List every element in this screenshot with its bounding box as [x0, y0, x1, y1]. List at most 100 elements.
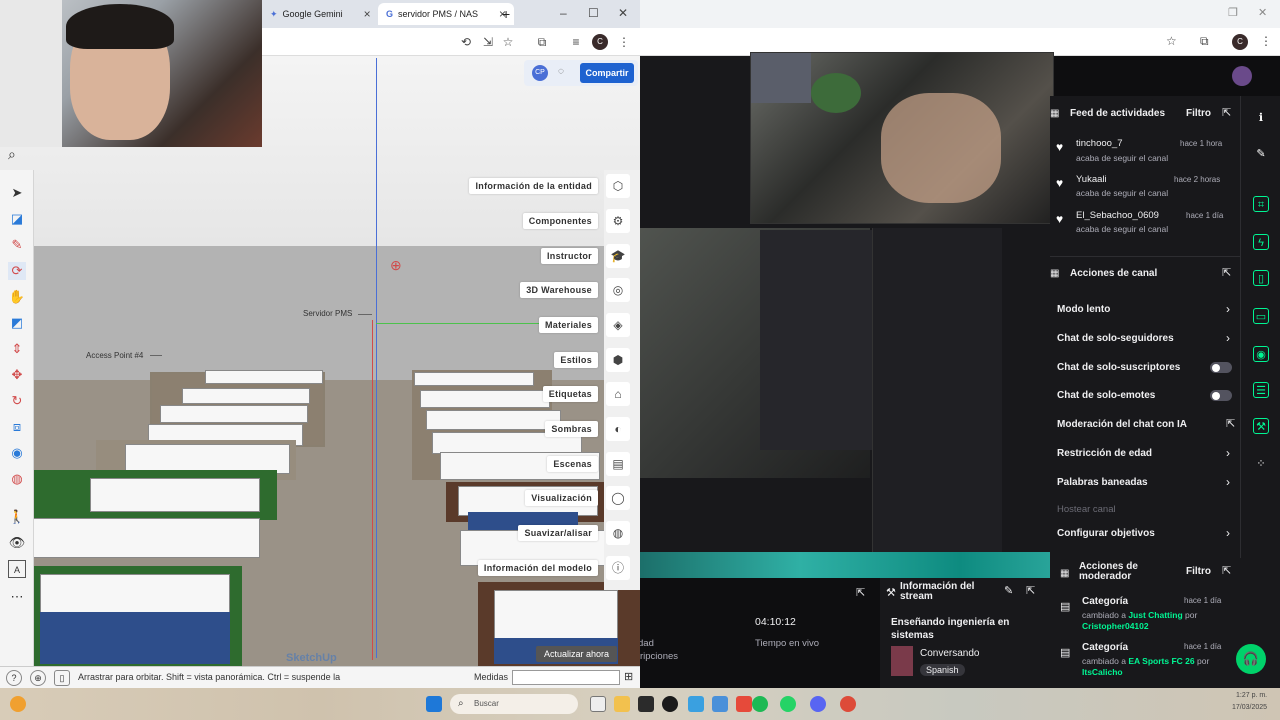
clock-time[interactable]: 1:27 p. m.	[1236, 692, 1267, 699]
followers-only-row[interactable]: Chat de solo-seguidores	[1057, 333, 1174, 344]
chevron-right-icon[interactable]: ›	[1226, 302, 1230, 316]
popout-icon[interactable]: ⇱	[1222, 564, 1231, 577]
chevron-right-icon[interactable]: ›	[1226, 331, 1230, 345]
chevron-right-icon[interactable]: ›	[1226, 475, 1230, 489]
tray-shadows[interactable]: Sombras ◐	[545, 417, 630, 441]
new-tab-button[interactable]: +	[494, 3, 518, 25]
goals-row[interactable]: Configurar objetivos	[1057, 528, 1155, 539]
avatar[interactable]	[1232, 66, 1252, 86]
tray-scenes[interactable]: Escenas ▤	[547, 452, 630, 476]
tray-entity-info[interactable]: Información de la entidad ⬡	[469, 174, 630, 198]
taskbar-search[interactable]: Buscar	[450, 694, 578, 714]
tab-gemini[interactable]: ✦ Google Gemini ×	[262, 3, 379, 25]
popout-icon[interactable]: ⇱	[1026, 584, 1035, 597]
share-button[interactable]: Compartir	[580, 63, 634, 83]
rotate-tool-icon[interactable]: ↻	[8, 392, 26, 410]
feed-filter-button[interactable]: Filtro	[1186, 108, 1211, 119]
headset-fab-button[interactable]: 🎧	[1236, 644, 1266, 674]
measurements-input[interactable]	[512, 670, 620, 685]
look-around-icon[interactable]: 👁	[8, 534, 26, 552]
spotify-icon[interactable]	[752, 696, 768, 712]
tape-tool-icon[interactable]: ◩	[8, 314, 26, 332]
media-icon[interactable]: ≡	[568, 34, 584, 50]
emotes-only-toggle[interactable]	[1210, 390, 1232, 401]
tray-instructor[interactable]: Instructor 🎓	[540, 244, 630, 268]
clock-date[interactable]: 17/03/2025	[1232, 704, 1267, 711]
maximize-icon[interactable]: ☐	[588, 6, 599, 20]
file-explorer-icon[interactable]	[614, 696, 630, 712]
feed-user[interactable]: Yukaali	[1076, 174, 1107, 185]
tray-components[interactable]: Componentes ⚙	[522, 209, 630, 233]
whatsapp-icon[interactable]	[780, 696, 796, 712]
popout-icon[interactable]: ⇱	[856, 586, 865, 599]
chevron-right-icon[interactable]: ›	[1226, 446, 1230, 460]
broadcast-icon[interactable]: ◉	[1253, 346, 1269, 362]
app-icon[interactable]	[712, 696, 728, 712]
age-restriction-row[interactable]: Restricción de edad	[1057, 448, 1152, 459]
feed-user[interactable]: tinchooo_7	[1076, 138, 1122, 149]
profile-icon[interactable]: C	[1232, 34, 1248, 50]
edit-icon[interactable]: ✎	[1253, 146, 1269, 162]
mod-filter-button[interactable]: Filtro	[1186, 566, 1211, 577]
banned-words-row[interactable]: Palabras baneadas	[1057, 477, 1148, 488]
walk-tool-icon[interactable]: 🚶	[8, 508, 26, 526]
phone-icon[interactable]: ▯	[1253, 270, 1269, 286]
move-tool-icon[interactable]: ✥	[8, 366, 26, 384]
pan-tool-icon[interactable]: ✋	[8, 288, 26, 306]
tray-model-info[interactable]: Información del modelo ⓘ	[477, 556, 630, 580]
position-camera-icon[interactable]: ◍	[8, 470, 26, 488]
category-name[interactable]: Conversando	[920, 648, 979, 659]
mod-entry-user[interactable]: Cristopher04102	[1082, 621, 1149, 631]
weather-icon[interactable]	[10, 696, 26, 712]
popout-icon[interactable]: ⇱	[1222, 266, 1231, 279]
close-window-icon[interactable]: ✕	[1258, 6, 1267, 19]
clip-icon[interactable]: ⌗	[1253, 196, 1269, 212]
subs-only-toggle[interactable]	[1210, 362, 1232, 373]
profile-icon[interactable]: C	[592, 34, 608, 50]
star-icon[interactable]: ☆	[1166, 34, 1177, 48]
info-icon[interactable]: ℹ	[1253, 110, 1269, 126]
chrome-icon[interactable]	[840, 696, 856, 712]
wrench-icon[interactable]: ⚒	[1253, 418, 1269, 434]
pencil-tool-icon[interactable]: ✎	[8, 236, 26, 254]
mod-entry-user[interactable]: ItsCalicho	[1082, 667, 1123, 677]
credits-icon[interactable]: ▯	[54, 670, 70, 686]
close-window-icon[interactable]: ✕	[618, 6, 628, 20]
popout-icon[interactable]: ⇱	[1222, 106, 1231, 119]
list-icon[interactable]: ☰	[1253, 382, 1269, 398]
extensions-icon[interactable]: ⧉	[1200, 34, 1209, 49]
tray-materials[interactable]: Materiales ◈	[538, 313, 630, 337]
help-icon[interactable]: ?	[6, 670, 22, 686]
more-tools-icon[interactable]: ⋯	[8, 588, 26, 606]
select-tool-icon[interactable]: ➤	[8, 184, 26, 202]
tray-tags[interactable]: Etiquetas ⌂	[542, 382, 630, 406]
tray-soften[interactable]: Suavizar/alisar ◍	[518, 521, 630, 545]
star-icon[interactable]: ☆	[500, 34, 516, 50]
github-icon[interactable]	[662, 696, 678, 712]
geolocation-icon[interactable]: ⊕	[30, 670, 46, 686]
discord-icon[interactable]	[810, 696, 826, 712]
tray-3d-warehouse[interactable]: 3D Warehouse ◎	[520, 278, 630, 302]
stream-video[interactable]	[750, 52, 1054, 224]
external-link-icon[interactable]: ⇱	[1226, 417, 1235, 430]
app-icon[interactable]	[736, 696, 752, 712]
app-icon[interactable]	[638, 696, 654, 712]
chat-icon[interactable]: ▭	[1253, 308, 1269, 324]
mod-entry-value[interactable]: EA Sports FC 26	[1128, 656, 1194, 666]
kebab-menu-icon[interactable]: ⋮	[1260, 34, 1272, 48]
tray-display[interactable]: Visualización ◯	[525, 486, 630, 510]
avatar[interactable]: CP	[532, 65, 548, 81]
translate-icon[interactable]: ⟲	[458, 34, 474, 50]
ai-moderation-row[interactable]: Moderación del chat con IA	[1057, 419, 1187, 430]
vscode-icon[interactable]	[688, 696, 704, 712]
edit-icon[interactable]: ✎	[1004, 584, 1013, 597]
windows-start-icon[interactable]	[426, 696, 442, 712]
update-now-button[interactable]: Actualizar ahora	[536, 646, 618, 662]
tray-styles[interactable]: Estilos ⬢	[554, 348, 630, 372]
lightning-icon[interactable]: ϟ	[1253, 234, 1269, 250]
minimize-icon[interactable]: –	[560, 6, 567, 20]
feed-user[interactable]: El_Sebachoo_0609	[1076, 210, 1159, 221]
extensions-icon[interactable]: ⧉	[534, 34, 550, 50]
more-actions-icon[interactable]: ⁘	[1253, 456, 1269, 472]
orbit-tool-icon[interactable]: ⟳	[8, 262, 26, 280]
